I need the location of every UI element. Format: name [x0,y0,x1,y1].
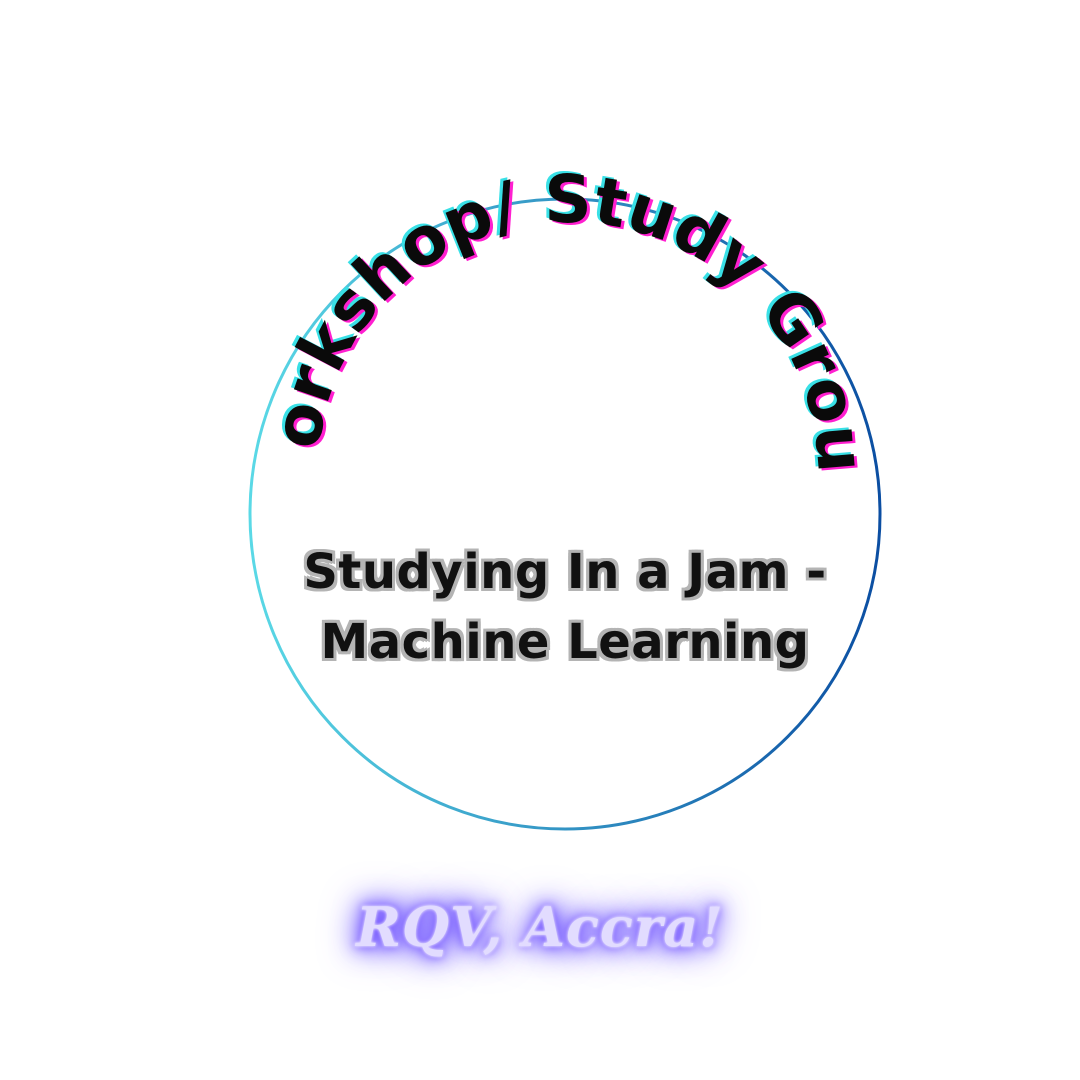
arc-heading-path: Workshop/ Study Group [0,0,880,476]
title-line-2: Machine Learning [320,614,810,670]
footer-location-tag: RQV, Accra! [356,895,724,959]
arc-heading: Workshop/ Study Group [0,0,880,476]
title-line-1: Studying In a Jam - [303,544,827,600]
